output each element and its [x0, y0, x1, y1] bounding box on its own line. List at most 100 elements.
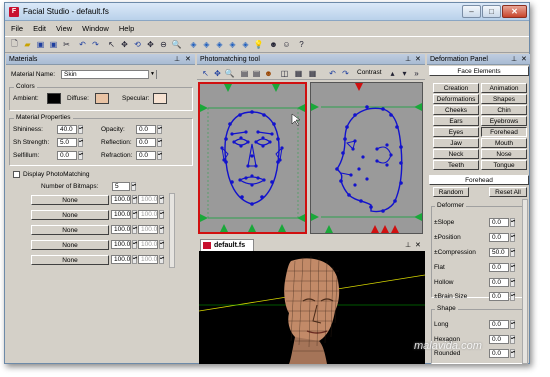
jaw-button[interactable]: Jaw [433, 138, 479, 148]
bitmap-offset-spinner[interactable]: ▴▾ [159, 195, 164, 204]
material-name-select[interactable]: Skin ▼ [61, 70, 157, 79]
close-window-button[interactable]: ✕ [502, 5, 527, 18]
export-icon[interactable]: ▦ [293, 68, 304, 79]
bitmap-select-button[interactable]: None [31, 225, 109, 235]
reflection-spinner[interactable]: ▴▾ [157, 138, 162, 147]
view-right-icon[interactable]: ◈ [227, 39, 238, 50]
pan-icon[interactable]: ✥ [145, 39, 156, 50]
menu-help[interactable]: Help [113, 22, 138, 33]
menu-view[interactable]: View [50, 22, 76, 33]
view-top-icon[interactable]: ◈ [240, 39, 251, 50]
move-icon[interactable]: ✥ [212, 68, 223, 79]
rounded-field[interactable]: 0.0 [489, 349, 509, 358]
bitmap-offset-spinner[interactable]: ▴▾ [159, 255, 164, 264]
bitmap-offset-field[interactable]: 100.0 [138, 240, 158, 249]
refraction-field[interactable]: 0.0 [136, 151, 156, 160]
teeth-button[interactable]: Teeth [433, 160, 479, 170]
display-photomatching-checkbox[interactable] [13, 171, 20, 178]
close-icon[interactable]: ✕ [415, 54, 421, 65]
head-icon[interactable]: ☻ [268, 39, 279, 50]
menu-file[interactable]: File [5, 22, 27, 33]
sh-strength-field[interactable]: 5.0 [57, 138, 77, 147]
pin-icon[interactable]: ⊥ [405, 241, 411, 249]
diffuse-color-swatch[interactable] [95, 93, 109, 104]
redo-icon[interactable]: ↷ [90, 39, 101, 50]
chevron-right-icon[interactable]: » [411, 68, 422, 79]
hollow-field[interactable]: 0.0 [489, 278, 509, 287]
undo-icon[interactable]: ↶ [327, 68, 338, 79]
animation-button[interactable]: Animation [481, 83, 527, 93]
bitmap-offset-field[interactable]: 100.0 [138, 255, 158, 264]
bitmap-select-button[interactable]: None [31, 210, 109, 220]
bitmap-scale-spinner[interactable]: ▴▾ [132, 255, 137, 264]
hollow-spinner[interactable]: ▴▾ [510, 278, 515, 287]
reset-all-button[interactable]: Reset All [489, 187, 527, 197]
long-field[interactable]: 0.0 [489, 320, 509, 329]
save-as-icon[interactable]: ▣ [48, 39, 59, 50]
flat-field[interactable]: 0.0 [489, 263, 509, 272]
compression-spinner[interactable]: ▴▾ [510, 248, 515, 257]
photomatch-side-view[interactable] [310, 82, 423, 234]
bitmap-scale-field[interactable]: 100.0 [111, 225, 131, 234]
selfillum-field[interactable]: 0.0 [57, 151, 77, 160]
zoom-out-icon[interactable]: ⊖ [158, 39, 169, 50]
ambient-color-swatch[interactable] [47, 93, 61, 104]
select-icon[interactable]: ↖ [200, 68, 211, 79]
bitmap-scale-field[interactable]: 100.0 [111, 240, 131, 249]
view-front-icon[interactable]: ◈ [188, 39, 199, 50]
reflection-field[interactable]: 0.0 [136, 138, 156, 147]
slope-field[interactable]: 0.0 [489, 218, 509, 227]
flat-spinner[interactable]: ▴▾ [510, 263, 515, 272]
move-icon[interactable]: ✥ [119, 39, 130, 50]
new-file-icon[interactable]: 🗋 [9, 39, 20, 50]
shininess-field[interactable]: 40.0 [57, 125, 77, 134]
deformations-button[interactable]: Deformations [433, 94, 479, 104]
redo-icon[interactable]: ↷ [340, 68, 351, 79]
head-photo-icon[interactable]: ☻ [263, 68, 274, 79]
zoom-icon[interactable]: 🔍 [171, 39, 182, 50]
creation-button[interactable]: Creation [433, 83, 479, 93]
menu-edit[interactable]: Edit [27, 22, 50, 33]
ears-button[interactable]: Ears [433, 116, 479, 126]
opacity-field[interactable]: 0.0 [136, 125, 156, 134]
close-icon[interactable]: ✕ [185, 54, 191, 65]
bitmap-scale-spinner[interactable]: ▴▾ [132, 225, 137, 234]
long-spinner[interactable]: ▴▾ [510, 320, 515, 329]
sh-strength-spinner[interactable]: ▴▾ [78, 138, 83, 147]
minimize-button[interactable]: – [462, 5, 481, 18]
opacity-spinner[interactable]: ▴▾ [157, 125, 162, 134]
bitmap-offset-spinner[interactable]: ▴▾ [159, 210, 164, 219]
bitmap-scale-spinner[interactable]: ▴▾ [132, 195, 137, 204]
tongue-button[interactable]: Tongue [481, 160, 527, 170]
undo-icon[interactable]: ↶ [77, 39, 88, 50]
photomatch-front-view[interactable] [198, 82, 307, 234]
chevron-down-icon[interactable]: ▼ [148, 70, 156, 79]
zoom-icon[interactable]: 🔍 [224, 68, 235, 79]
light-bulb-icon[interactable]: 💡 [253, 39, 264, 50]
shapes-button[interactable]: Shapes [481, 94, 527, 104]
bitmap-scale-spinner[interactable]: ▴▾ [132, 210, 137, 219]
close-icon[interactable]: ✕ [521, 54, 527, 65]
head-side-icon[interactable]: ☺ [281, 39, 292, 50]
selfillum-spinner[interactable]: ▴▾ [78, 151, 83, 160]
num-bitmaps-spinner[interactable]: ▴▾ [131, 182, 136, 191]
compression-field[interactable]: 50.0 [489, 248, 509, 257]
menu-window[interactable]: Window [76, 22, 113, 33]
position-field[interactable]: 0.0 [489, 233, 509, 242]
mouth-button[interactable]: Mouth [481, 138, 527, 148]
chin-button[interactable]: Chin [481, 105, 527, 115]
specular-color-swatch[interactable] [153, 93, 167, 104]
deformation-scrollbar[interactable] [522, 199, 528, 364]
tab-default-fs[interactable]: default.fs [200, 239, 254, 251]
bitmap-offset-spinner[interactable]: ▴▾ [159, 225, 164, 234]
pin-icon[interactable]: ⊥ [174, 54, 180, 65]
view-back-icon[interactable]: ◈ [201, 39, 212, 50]
rotate-icon[interactable]: ⟲ [132, 39, 143, 50]
close-icon[interactable]: ✕ [415, 241, 421, 249]
bitmap-scale-field[interactable]: 100.0 [111, 195, 131, 204]
open-folder-icon[interactable]: ▰ [22, 39, 33, 50]
bitmap-offset-spinner[interactable]: ▴▾ [159, 240, 164, 249]
rounded-spinner[interactable]: ▴▾ [510, 349, 515, 358]
forehead-button[interactable]: Forehead [481, 127, 527, 137]
slope-spinner[interactable]: ▴▾ [510, 218, 515, 227]
